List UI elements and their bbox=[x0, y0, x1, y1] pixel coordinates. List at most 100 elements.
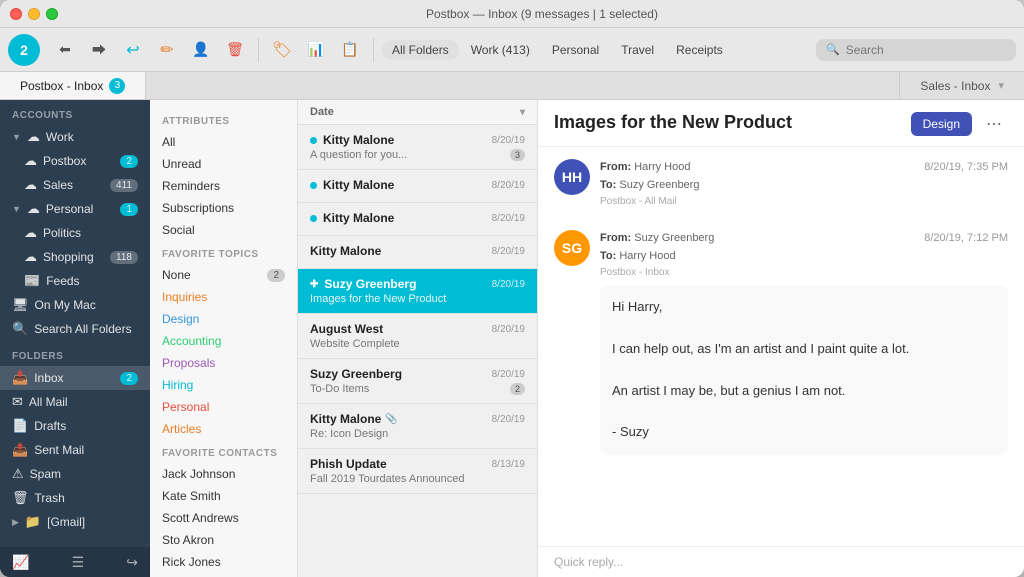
filter-personal-tag[interactable]: Personal bbox=[150, 396, 297, 418]
message-row[interactable]: Kitty Malone 8/20/19 A question for you.… bbox=[298, 125, 537, 170]
compose-button[interactable]: ✏ bbox=[152, 35, 182, 65]
add-account-icon[interactable]: ↪ bbox=[126, 554, 138, 571]
folder-receipts[interactable]: Receipts bbox=[666, 40, 733, 60]
sidebar-item-allmail[interactable]: ✉ All Mail bbox=[0, 390, 150, 414]
folder-personal[interactable]: Personal bbox=[542, 40, 609, 60]
message-row[interactable]: Suzy Greenberg 8/20/19 To-Do Items 2 bbox=[298, 359, 537, 404]
message-row[interactable]: Kitty Malone 📎 8/20/19 Re: Icon Design bbox=[298, 404, 537, 449]
filter-none[interactable]: None 2 bbox=[150, 264, 297, 286]
filter-proposals[interactable]: Proposals bbox=[150, 352, 297, 374]
back-button[interactable]: ⬅ bbox=[50, 35, 80, 65]
minimize-button[interactable] bbox=[28, 8, 40, 20]
email-message-content: From: Suzy Greenberg To: Harry Hood Post… bbox=[600, 230, 1008, 455]
filter-all[interactable]: All bbox=[150, 131, 297, 153]
main-content: Accounts ▼ ☁ Work ☁ Postbox 2 ☁ Sales 41… bbox=[0, 100, 1024, 577]
sidebar-item-label: Spam bbox=[30, 467, 138, 481]
date-header: Date bbox=[150, 573, 297, 577]
folder-travel[interactable]: Travel bbox=[611, 40, 664, 60]
sidebar-item-label: [Gmail] bbox=[47, 515, 138, 529]
message-row[interactable]: Kitty Malone 8/20/19 bbox=[298, 203, 537, 236]
sort-label: Date bbox=[310, 106, 334, 118]
hamburger-icon[interactable]: ☰ bbox=[72, 554, 85, 571]
tabbar: Postbox - Inbox 3 Sales - Inbox ▾ bbox=[0, 72, 1024, 100]
sidebar-item-onmymac[interactable]: 🖥 On My Mac bbox=[0, 293, 150, 317]
message-row[interactable]: Kitty Malone 8/20/19 bbox=[298, 236, 537, 269]
sidebar-item-politics[interactable]: ☁ Politics bbox=[0, 221, 150, 245]
sidebar-item-drafts[interactable]: 📄 Drafts bbox=[0, 414, 150, 438]
attributes-header: Attributes bbox=[150, 108, 297, 131]
forward-button[interactable]: ⮕ bbox=[84, 35, 114, 65]
sidebar-item-label: All Mail bbox=[29, 395, 138, 409]
avatar: SG bbox=[554, 230, 590, 266]
sidebar-item-work[interactable]: ▼ ☁ Work bbox=[0, 125, 150, 149]
sidebar-item-shopping[interactable]: ☁ Shopping 118 bbox=[0, 245, 150, 269]
filter-contact-5[interactable]: Rick Jones bbox=[150, 551, 297, 573]
sidebar-item-personal[interactable]: ▼ ☁ Personal 1 bbox=[0, 197, 150, 221]
chevron-down-icon: ▾ bbox=[998, 79, 1004, 92]
search-input[interactable] bbox=[846, 43, 996, 57]
filter-social[interactable]: Social bbox=[150, 219, 297, 241]
sidebar-item-label: Trash bbox=[35, 491, 138, 505]
more-options-button[interactable]: ⋯ bbox=[980, 112, 1008, 136]
filter-unread[interactable]: Unread bbox=[150, 153, 297, 175]
expand-icon: ▼ bbox=[12, 204, 21, 214]
folders-header: Folders bbox=[0, 341, 150, 366]
sort-chevron[interactable]: ▾ bbox=[520, 107, 525, 118]
sidebar-item-spam[interactable]: ⚠ Spam bbox=[0, 462, 150, 486]
sidebar-item-trash[interactable]: 🗑 Trash bbox=[0, 486, 150, 510]
tab-sales[interactable]: Sales - Inbox ▾ bbox=[899, 72, 1024, 99]
drafts-icon: 📄 bbox=[12, 418, 28, 434]
sidebar-item-sentmail[interactable]: 📤 Sent Mail bbox=[0, 438, 150, 462]
sidebar-item-feeds[interactable]: 📰 Feeds bbox=[0, 269, 150, 293]
filter-design[interactable]: Design bbox=[150, 308, 297, 330]
filter-contact-1[interactable]: Jack Johnson bbox=[150, 463, 297, 485]
contacts-button[interactable]: 👤 bbox=[186, 35, 216, 65]
filter-inquiries[interactable]: Inquiries bbox=[150, 286, 297, 308]
filter-accounting[interactable]: Accounting bbox=[150, 330, 297, 352]
sidebar-item-postbox[interactable]: ☁ Postbox 2 bbox=[0, 149, 150, 173]
sidebar-item-label: Personal bbox=[46, 202, 115, 216]
maximize-button[interactable] bbox=[46, 8, 58, 20]
quick-reply[interactable]: Quick reply... bbox=[538, 546, 1024, 577]
message-row[interactable]: Phish Update 8/13/19 Fall 2019 Tourdates… bbox=[298, 449, 537, 494]
message-row[interactable]: Kitty Malone 8/20/19 bbox=[298, 170, 537, 203]
search-bar[interactable]: 🔍 bbox=[816, 39, 1016, 61]
shopping-badge: 118 bbox=[110, 251, 138, 264]
email-message-block: SG From: Suzy Greenberg To: Harry Hood P… bbox=[554, 230, 1008, 455]
email-actions: Design ⋯ bbox=[911, 112, 1008, 136]
account-badge[interactable]: 2 bbox=[8, 34, 40, 66]
message-list: Date ▾ Kitty Malone 8/20/19 A question f… bbox=[298, 100, 538, 577]
inbox-icon: 📥 bbox=[12, 370, 28, 386]
folder-work[interactable]: Work (413) bbox=[461, 40, 540, 60]
activity-button[interactable]: 📊 bbox=[301, 35, 331, 65]
sidebar-item-sales[interactable]: ☁ Sales 411 bbox=[0, 173, 150, 197]
archive-button[interactable]: 📋 bbox=[335, 35, 365, 65]
sidebar-item-label: Postbox bbox=[43, 154, 114, 168]
message-row[interactable]: August West 8/20/19 Website Complete bbox=[298, 314, 537, 359]
tab-inbox[interactable]: Postbox - Inbox 3 bbox=[0, 72, 146, 99]
filter-contact-2[interactable]: Kate Smith bbox=[150, 485, 297, 507]
activity-icon[interactable]: 📈 bbox=[12, 554, 29, 571]
filter-contact-3[interactable]: Scott Andrews bbox=[150, 507, 297, 529]
filter-reminders[interactable]: Reminders bbox=[150, 175, 297, 197]
postbox-badge: 2 bbox=[120, 155, 138, 168]
filter-contact-4[interactable]: Sto Akron bbox=[150, 529, 297, 551]
filter-hiring[interactable]: Hiring bbox=[150, 374, 297, 396]
sidebar-item-label: On My Mac bbox=[35, 298, 138, 312]
tag-button[interactable]: 🏷 bbox=[267, 35, 297, 65]
sidebar-footer: 📈 ☰ ↪ bbox=[0, 547, 150, 577]
filter-articles[interactable]: Articles bbox=[150, 418, 297, 440]
message-row-selected[interactable]: ✚ Suzy Greenberg 8/20/19 Images for the … bbox=[298, 269, 537, 314]
sidebar-item-gmail[interactable]: ▶ 📁 [Gmail] bbox=[0, 510, 150, 534]
sidebar-item-inbox[interactable]: 📥 Inbox 2 bbox=[0, 366, 150, 390]
folder-all[interactable]: All Folders bbox=[382, 40, 459, 60]
delete-button[interactable]: 🗑 bbox=[220, 35, 250, 65]
email-subject: Images for the New Product bbox=[554, 112, 792, 133]
close-button[interactable] bbox=[10, 8, 22, 20]
filter-subscriptions[interactable]: Subscriptions bbox=[150, 197, 297, 219]
accounts-header: Accounts bbox=[0, 100, 150, 125]
design-button[interactable]: Design bbox=[911, 112, 972, 136]
reply-button[interactable]: ↩ bbox=[118, 35, 148, 65]
separator2 bbox=[373, 38, 374, 62]
sidebar-item-search-all[interactable]: 🔍 Search All Folders bbox=[0, 317, 150, 341]
